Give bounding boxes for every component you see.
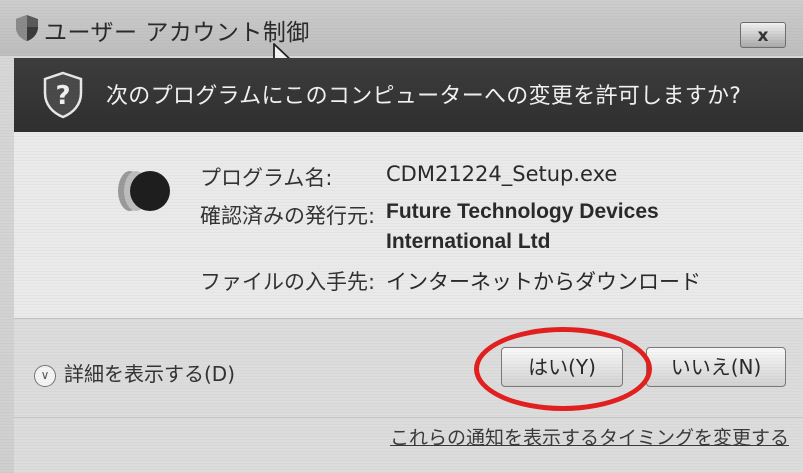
- show-details-label: 詳細を表示する(D): [64, 362, 236, 386]
- program-name-value: CDM21224_Setup.exe: [386, 162, 618, 186]
- prompt-question: 次のプログラムにこのコンピューターへの変更を許可しますか?: [106, 84, 742, 109]
- uac-dialog: ユーザー アカウント制御 x ? 次のプログラムにこのコンピューターへの変更を許…: [0, 0, 803, 473]
- chevron-down-icon: ∨: [34, 364, 56, 387]
- prompt-header: ? 次のプログラムにこのコンピューターへの変更を許可しますか?: [14, 58, 803, 132]
- publisher-value-line2: International Ltd: [386, 230, 551, 253]
- window-title: ユーザー アカウント制御: [44, 20, 310, 46]
- question-shield-icon: ?: [43, 71, 83, 119]
- program-icon: [118, 171, 170, 211]
- no-button[interactable]: いいえ(N): [646, 347, 786, 387]
- dialog-footer: ∨ 詳細を表示する(D) はい(Y) いいえ(N) これらの通知を表示するタイミン…: [14, 318, 803, 473]
- yes-button[interactable]: はい(Y): [501, 347, 623, 387]
- change-notification-link[interactable]: これらの通知を表示するタイミングを変更する: [390, 423, 789, 450]
- show-details-toggle[interactable]: ∨ 詳細を表示する(D): [34, 358, 235, 387]
- title-bar: ユーザー アカウント制御 x: [0, 0, 803, 56]
- publisher-label: 確認済みの発行元:: [200, 204, 376, 228]
- close-button[interactable]: x: [740, 22, 786, 48]
- program-name-label: プログラム名:: [200, 166, 333, 190]
- svg-text:?: ?: [55, 81, 70, 111]
- publisher-value-line1: Future Technology Devices: [386, 200, 659, 223]
- program-details: プログラム名: CDM21224_Setup.exe 確認済みの発行元: Fut…: [14, 132, 803, 318]
- footer-divider: [14, 417, 803, 418]
- source-label: ファイルの入手先:: [200, 270, 376, 294]
- shield-icon: [16, 15, 38, 41]
- source-value: インターネットからダウンロード: [386, 270, 701, 294]
